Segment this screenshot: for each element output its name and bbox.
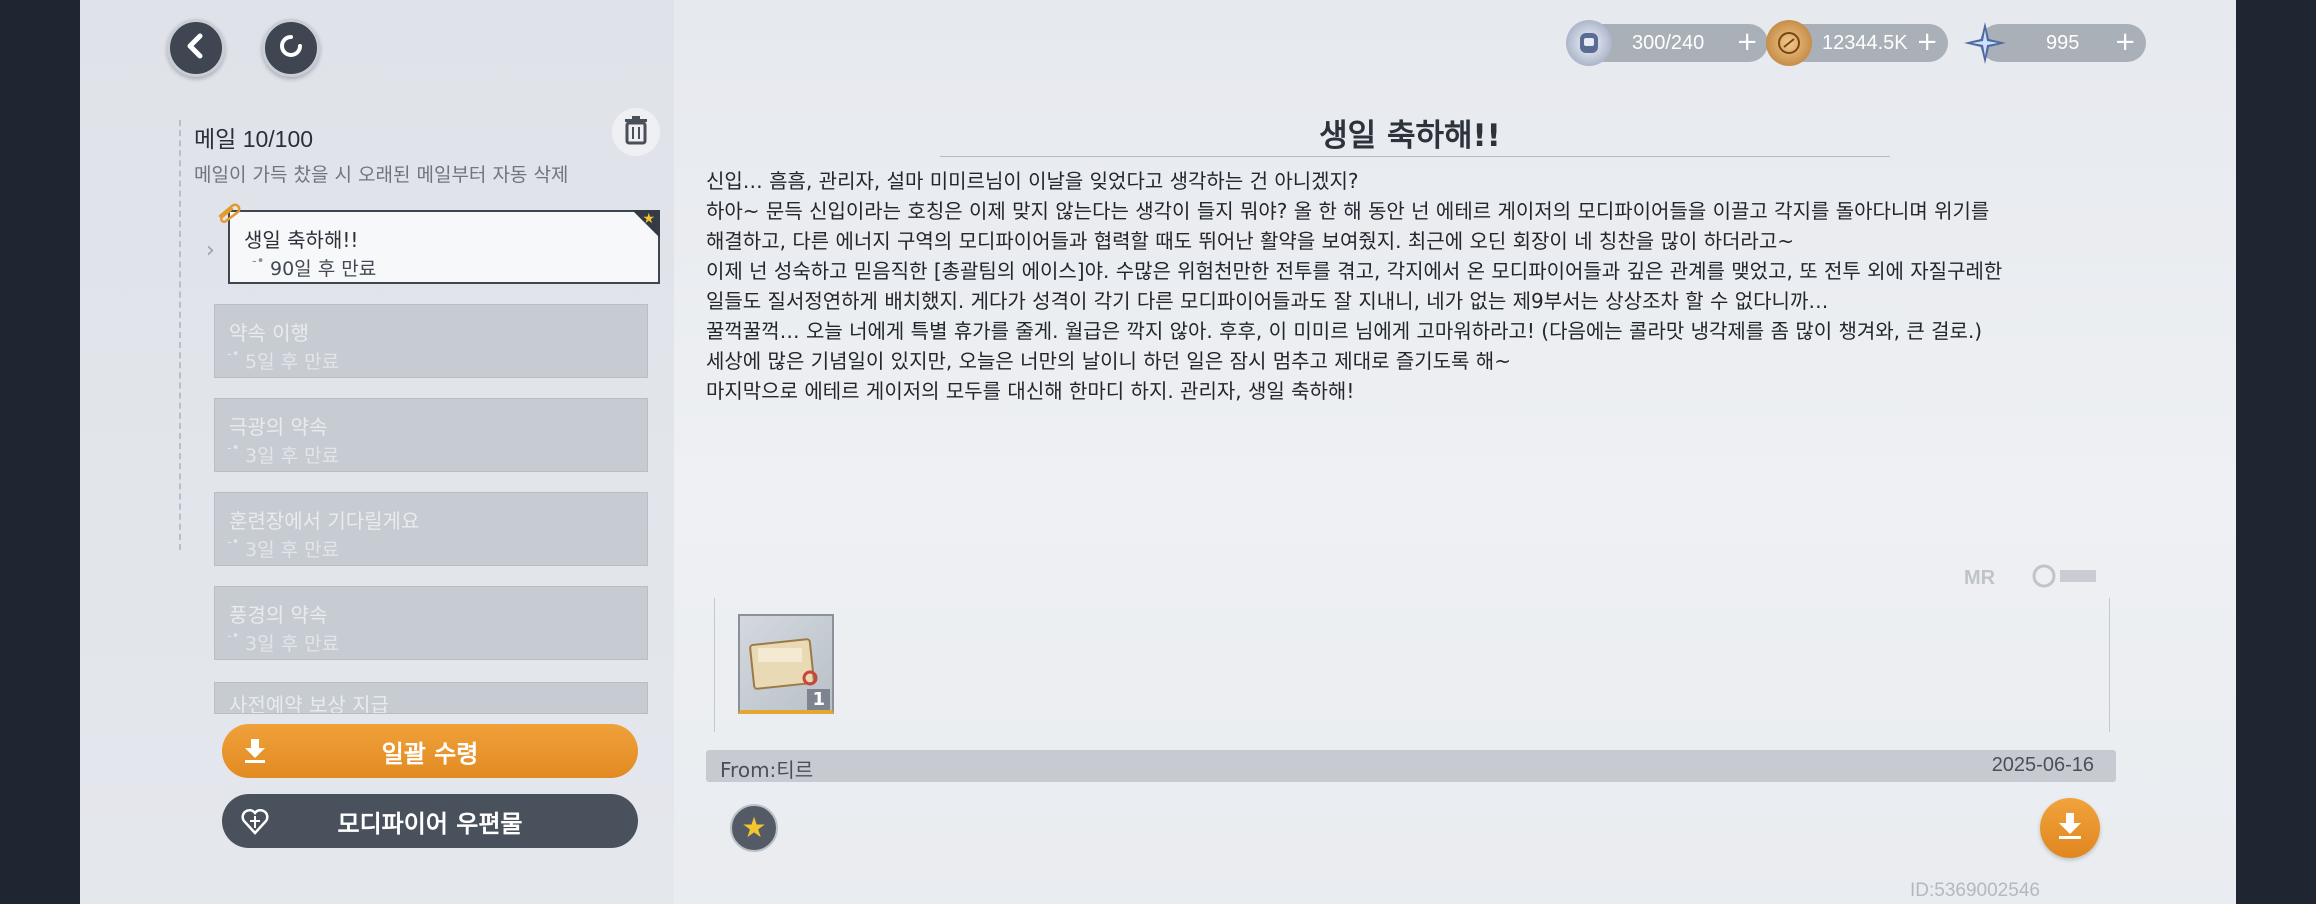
mail-item-expiry: 3일 후 만료 (227, 535, 339, 562)
gold-coin-icon (1766, 20, 1812, 66)
heart-emblem-icon (236, 802, 274, 840)
star-icon: ★ (741, 811, 767, 844)
gold-value: 12344.5K (1822, 32, 1908, 54)
background-left (0, 0, 80, 904)
delete-button[interactable] (612, 108, 660, 156)
claim-button[interactable] (2040, 798, 2100, 858)
trash-icon (622, 115, 650, 149)
crystal-star-icon (1962, 20, 2008, 66)
brand-logos: MR (1964, 562, 2104, 590)
svg-text:MR: MR (1964, 567, 1996, 589)
mail-item-expiry: 5일 후 만료 (227, 347, 339, 374)
stamina-icon (1566, 20, 1612, 66)
mail-item-expiry: 3일 후 만료 (227, 629, 339, 656)
mail-item[interactable]: 훈련장에서 기다릴게요 3일 후 만료 (214, 492, 648, 566)
mail-item[interactable]: 극광의 약속 3일 후 만료 (214, 398, 648, 472)
mail-item[interactable]: 사전예약 보상 지급 (214, 682, 648, 714)
download-icon (2056, 811, 2084, 845)
title-divider (940, 156, 1890, 157)
plus-icon[interactable]: + (1916, 27, 1938, 57)
mail-body-line: 세상에 많은 기념일이 있지만, 오늘은 너만의 날이니 하던 일은 잠시 멈추… (706, 349, 1511, 373)
mail-body-line: 일들도 질서정연하게 배치했지. 게다가 성격이 각기 다른 모디파이어들과도 … (706, 289, 1829, 313)
mail-item-title: 훈련장에서 기다릴게요 (229, 509, 420, 533)
back-button[interactable] (167, 19, 225, 77)
mail-item[interactable]: 풍경의 약속 3일 후 만료 (214, 586, 648, 660)
mail-sender: From:티르 (720, 758, 814, 782)
mail-item-birthday[interactable]: 생일 축하해!! 90일 후 만료 ★ (228, 210, 660, 284)
modifier-post-label: 모디파이어 우편물 (337, 809, 523, 838)
mail-date: 2025-06-16 (1991, 754, 2094, 776)
mail-item-expiry: 90일 후 만료 (252, 254, 376, 281)
mail-item-title: 풍경의 약속 (229, 603, 328, 627)
mail-item-title: 생일 축하해!! (244, 228, 359, 252)
attachment-item[interactable]: 1 (738, 614, 834, 714)
mail-body-line: 해결하고, 다른 에너지 구역의 모디파이어들과 협력할 때도 뛰어난 활약을 … (706, 229, 1794, 253)
claim-all-label: 일괄 수령 (381, 739, 479, 768)
mail-body-line: 마지막으로 에테르 게이저의 모두를 대신해 한마디 하지. 관리자, 생일 축… (706, 379, 1355, 403)
mail-title: 생일 축하해!! (1319, 118, 1501, 154)
selection-arrow-icon: › (206, 238, 215, 263)
mail-body-line: 이제 넌 성숙하고 믿음직한 [총괄팀의 에이스]야. 수많은 위험천만한 전투… (706, 259, 2003, 283)
mail-body: 신입… 흠흠, 관리자, 설마 미미르님이 이날을 잊었다고 생각하는 건 아니… (706, 166, 2126, 406)
plus-icon[interactable]: + (2114, 27, 2136, 57)
mail-body-line: 하아~ 문득 신입이라는 호칭은 이제 맞지 않는다는 생각이 들지 뭐야? 올… (706, 199, 1990, 223)
refresh-button[interactable] (262, 19, 320, 77)
stamina-value: 300/240 (1632, 32, 1705, 54)
attachment-count: 1 (807, 689, 830, 710)
mail-item[interactable]: 약속 이행 5일 후 만료 (214, 304, 648, 378)
mail-item-title: 극광의 약속 (229, 415, 328, 439)
paperclip-icon (216, 202, 242, 228)
chevron-left-icon (181, 31, 211, 65)
attachment-area (714, 598, 2110, 732)
mail-item-title: 약속 이행 (229, 321, 309, 345)
from-bar: From:티르 2025-06-16 (706, 750, 2116, 782)
mail-body-line: 꿀꺽꿀꺽… 오늘 너에게 특별 휴가를 줄게. 월급은 깍지 않아. 후후, 이… (706, 319, 1983, 343)
mail-count: 메일 10/100 (194, 126, 314, 152)
mail-item-title: 사전예약 보상 지급 (229, 693, 389, 714)
refresh-icon (276, 31, 306, 65)
plus-icon[interactable]: + (1736, 27, 1758, 57)
list-guide-line (179, 120, 181, 550)
favorite-button[interactable]: ★ (730, 804, 778, 852)
star-icon: ★ (642, 211, 655, 227)
mail-body-line: 신입… 흠흠, 관리자, 설마 미미르님이 이날을 잊었다고 생각하는 건 아니… (706, 169, 1359, 193)
mail-notice: 메일이 가득 찼을 시 오래된 메일부터 자동 삭제 (194, 164, 569, 186)
background-right (2236, 0, 2316, 904)
modifier-post-button[interactable]: 모디파이어 우편물 (222, 794, 638, 848)
user-id: ID:5369002546 (1910, 880, 2040, 901)
mail-item-expiry: 3일 후 만료 (227, 441, 339, 468)
claim-all-button[interactable]: 일괄 수령 (222, 724, 638, 778)
crystal-value: 995 (2046, 32, 2080, 54)
download-icon (236, 732, 274, 770)
